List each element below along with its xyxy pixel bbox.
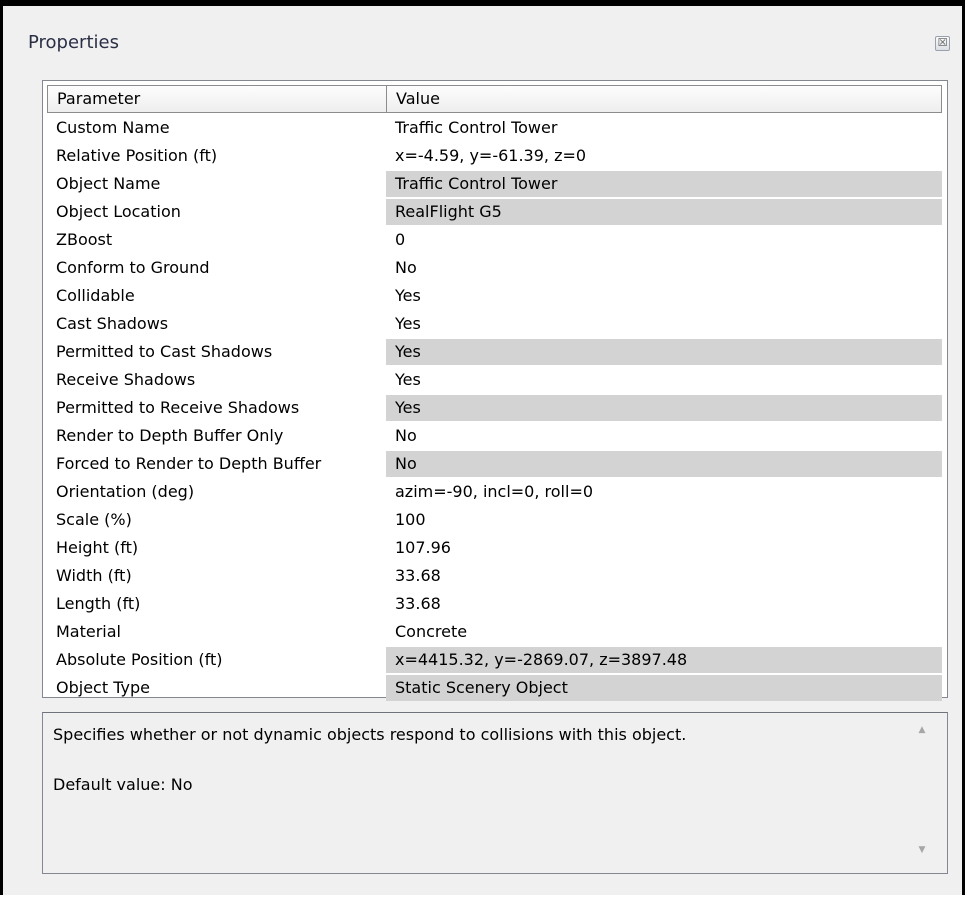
- property-parameter: ZBoost: [56, 230, 113, 249]
- property-value[interactable]: Yes: [386, 283, 942, 309]
- column-header-value[interactable]: Value: [387, 86, 941, 112]
- property-value: RealFlight G5: [386, 199, 942, 225]
- property-value[interactable]: Yes: [386, 367, 942, 393]
- property-value[interactable]: 33.68: [386, 563, 942, 589]
- property-row[interactable]: Forced to Render to Depth Buffer No: [47, 451, 942, 479]
- property-parameter: Collidable: [56, 286, 135, 305]
- property-grid: Parameter Value Custom Name Traffic Contr…: [42, 80, 948, 701]
- property-parameter: Render to Depth Buffer Only: [56, 426, 284, 445]
- property-row[interactable]: Relative Position (ft) x=-4.59, y=-61.39,…: [47, 143, 942, 171]
- default-value-text: Default value: No: [53, 775, 193, 794]
- property-parameter: Object Type: [56, 678, 150, 697]
- property-row[interactable]: Height (ft) 107.96: [47, 535, 942, 563]
- property-parameter: Object Name: [56, 174, 161, 193]
- property-row[interactable]: Permitted to Receive Shadows Yes: [47, 395, 942, 423]
- property-row[interactable]: Conform to Ground No: [47, 255, 942, 283]
- property-parameter: Height (ft): [56, 538, 139, 557]
- property-parameter: Length (ft): [56, 594, 141, 613]
- property-row[interactable]: Permitted to Cast Shadows Yes: [47, 339, 942, 367]
- property-row[interactable]: Absolute Position (ft) x=4415.32, y=-2869…: [47, 647, 942, 675]
- grid-header: Parameter Value: [47, 85, 942, 113]
- property-parameter: Permitted to Cast Shadows: [56, 342, 273, 361]
- property-row[interactable]: Object Type Static Scenery Object: [47, 675, 942, 703]
- property-row[interactable]: Collidable Yes: [47, 283, 942, 311]
- property-row[interactable]: Material Concrete: [47, 619, 942, 647]
- property-row[interactable]: ZBoost 0: [47, 227, 942, 255]
- panel-title: Properties: [28, 32, 119, 53]
- description-box: Specifies whether or not dynamic objects…: [42, 712, 948, 874]
- property-row[interactable]: Custom Name Traffic Control Tower: [47, 115, 942, 143]
- close-icon[interactable]: ☒: [935, 36, 950, 51]
- column-header-parameter[interactable]: Parameter: [48, 86, 387, 112]
- property-value: Yes: [386, 395, 942, 421]
- property-row[interactable]: Receive Shadows Yes: [47, 367, 942, 395]
- property-value[interactable]: azim=-90, incl=0, roll=0: [386, 479, 942, 505]
- property-value[interactable]: 107.96: [386, 535, 942, 561]
- property-value: Static Scenery Object: [386, 675, 942, 701]
- scroll-down-icon[interactable]: ▼: [915, 845, 929, 855]
- property-value: x=4415.32, y=-2869.07, z=3897.48: [386, 647, 942, 673]
- property-value[interactable]: Traffic Control Tower: [386, 115, 942, 141]
- property-row[interactable]: Object Location RealFlight G5: [47, 199, 942, 227]
- grid-rows: Custom Name Traffic Control Tower Relative…: [47, 115, 942, 703]
- property-parameter: Receive Shadows: [56, 370, 196, 389]
- property-parameter: Scale (%): [56, 510, 132, 529]
- property-parameter: Material: [56, 622, 121, 641]
- property-value[interactable]: 33.68: [386, 591, 942, 617]
- property-value[interactable]: Yes: [386, 311, 942, 337]
- property-value[interactable]: 100: [386, 507, 942, 533]
- property-parameter: Custom Name: [56, 118, 170, 137]
- property-parameter: Relative Position (ft): [56, 146, 218, 165]
- property-parameter: Permitted to Receive Shadows: [56, 398, 300, 417]
- property-row[interactable]: Object Name Traffic Control Tower: [47, 171, 942, 199]
- property-parameter: Absolute Position (ft): [56, 650, 223, 669]
- property-parameter: Width (ft): [56, 566, 132, 585]
- property-row[interactable]: Render to Depth Buffer Only No: [47, 423, 942, 451]
- property-value[interactable]: 0: [386, 227, 942, 253]
- property-row[interactable]: Width (ft) 33.68: [47, 563, 942, 591]
- property-row[interactable]: Cast Shadows Yes: [47, 311, 942, 339]
- property-value[interactable]: No: [386, 423, 942, 449]
- property-parameter: Orientation (deg): [56, 482, 195, 501]
- scroll-up-icon[interactable]: ▲: [915, 725, 929, 735]
- property-value: No: [386, 451, 942, 477]
- property-parameter: Conform to Ground: [56, 258, 210, 277]
- property-parameter: Forced to Render to Depth Buffer: [56, 454, 322, 473]
- property-value[interactable]: No: [386, 255, 942, 281]
- property-value[interactable]: Concrete: [386, 619, 942, 645]
- property-value: Yes: [386, 339, 942, 365]
- property-row[interactable]: Scale (%) 100: [47, 507, 942, 535]
- property-value: Traffic Control Tower: [386, 171, 942, 197]
- description-text: Specifies whether or not dynamic objects…: [53, 725, 687, 744]
- property-parameter: Object Location: [56, 202, 181, 221]
- property-value[interactable]: x=-4.59, y=-61.39, z=0: [386, 143, 942, 169]
- property-row[interactable]: Orientation (deg) azim=-90, incl=0, roll=…: [47, 479, 942, 507]
- property-row[interactable]: Length (ft) 33.68: [47, 591, 942, 619]
- property-parameter: Cast Shadows: [56, 314, 169, 333]
